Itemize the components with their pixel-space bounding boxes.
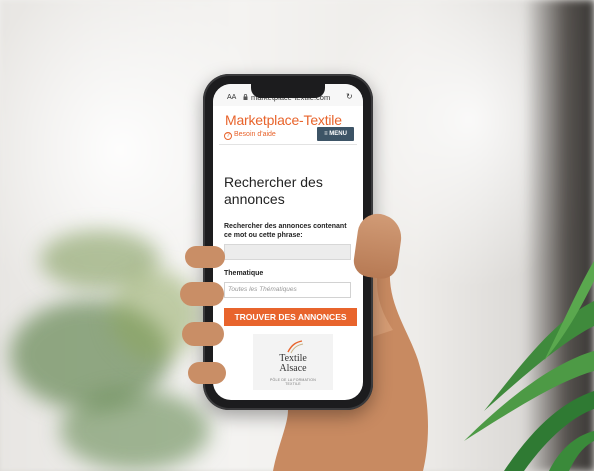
text-size-button[interactable]: AA <box>227 94 236 101</box>
logo-tagline: PÔLE DE LA FORMATION TEXTILE <box>270 378 316 386</box>
page-title: Rechercher des annonces <box>224 174 323 207</box>
textile-alsace-logo[interactable]: Textile Alsace PÔLE DE LA FORMATION TEXT… <box>253 334 333 390</box>
question-circle-icon: ? <box>224 132 232 140</box>
phone-notch <box>251 84 325 98</box>
logo-line-2: Alsace <box>279 363 307 374</box>
menu-button[interactable]: ≡ MENU <box>317 127 354 141</box>
phone-screen: AA marketplace-textile.com ↻ Marketplace… <box>213 84 363 400</box>
finger-4 <box>188 362 226 384</box>
logo-swoosh-icon <box>287 340 304 354</box>
finger-1 <box>185 246 225 268</box>
help-label: Besoin d'aide <box>234 131 276 138</box>
search-submit-button[interactable]: TROUVER DES ANNONCES <box>224 308 357 326</box>
reload-icon[interactable]: ↻ <box>346 92 353 101</box>
theme-label: Thematique <box>224 270 264 277</box>
menu-label: MENU <box>329 131 347 137</box>
finger-2 <box>180 282 224 306</box>
plant-right <box>464 261 594 471</box>
finger-3 <box>182 322 224 346</box>
phrase-input[interactable] <box>224 244 351 260</box>
theme-select[interactable]: Toutes les Thématiques <box>224 282 351 298</box>
smartphone: AA marketplace-textile.com ↻ Marketplace… <box>203 74 373 410</box>
lock-icon <box>243 94 248 100</box>
header-divider <box>219 144 357 145</box>
logo-text: Textile Alsace <box>267 354 319 374</box>
help-link[interactable]: ? Besoin d'aide <box>224 131 276 140</box>
site-brand[interactable]: Marketplace-Textile <box>225 112 342 128</box>
phrase-label: Rechercher des annonces contenant ce mot… <box>224 223 347 239</box>
